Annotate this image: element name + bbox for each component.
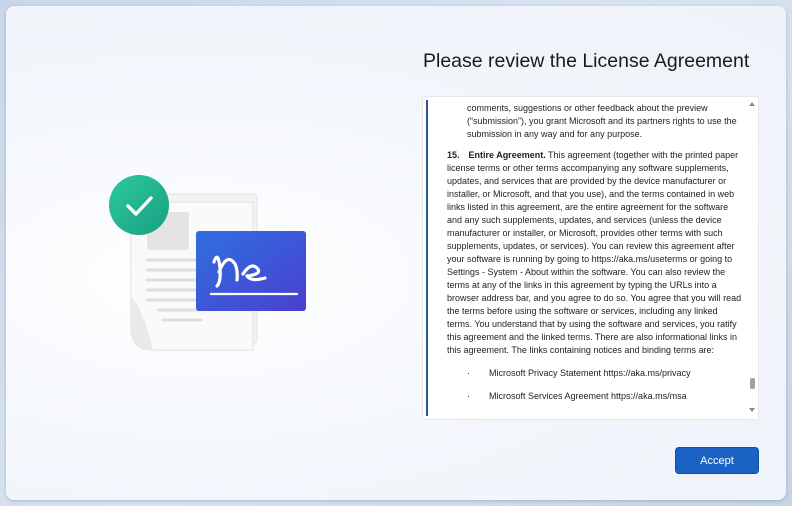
bullet-icon: · bbox=[467, 368, 470, 378]
signature-card bbox=[196, 231, 306, 311]
license-agreement-box[interactable]: comments, suggestions or other feedback … bbox=[422, 96, 759, 420]
license-link-privacy: · Microsoft Privacy Statement https://aka… bbox=[447, 367, 744, 380]
bullet-icon: · bbox=[467, 391, 470, 401]
license-link-services: · Microsoft Services Agreement https://ak… bbox=[447, 390, 744, 403]
link-text: Microsoft Services Agreement https://aka… bbox=[489, 391, 687, 401]
document-signature-illustration bbox=[109, 175, 306, 351]
license-focus-accent bbox=[426, 100, 428, 416]
license-section-15: 15. Entire Agreement. This agreement (tog… bbox=[447, 149, 744, 357]
license-scrollbar[interactable] bbox=[748, 99, 757, 415]
scroll-thumb[interactable] bbox=[750, 377, 755, 389]
accept-button[interactable]: Accept bbox=[675, 447, 759, 474]
section-title: Entire Agreement. bbox=[468, 150, 546, 160]
license-continuation-paragraph: comments, suggestions or other feedback … bbox=[467, 103, 737, 139]
license-text: comments, suggestions or other feedback … bbox=[447, 102, 744, 403]
scroll-down-arrow-icon[interactable] bbox=[749, 408, 755, 412]
section-body: This agreement (together with the printe… bbox=[447, 150, 742, 355]
section-number: 15. bbox=[447, 150, 460, 160]
page-title: Please review the License Agreement bbox=[423, 50, 750, 72]
scroll-up-arrow-icon[interactable] bbox=[749, 102, 755, 106]
checkmark-badge bbox=[109, 175, 169, 235]
setup-window: Please review the License Agreement comm… bbox=[6, 6, 786, 500]
link-text: Microsoft Privacy Statement https://aka.… bbox=[489, 368, 691, 378]
